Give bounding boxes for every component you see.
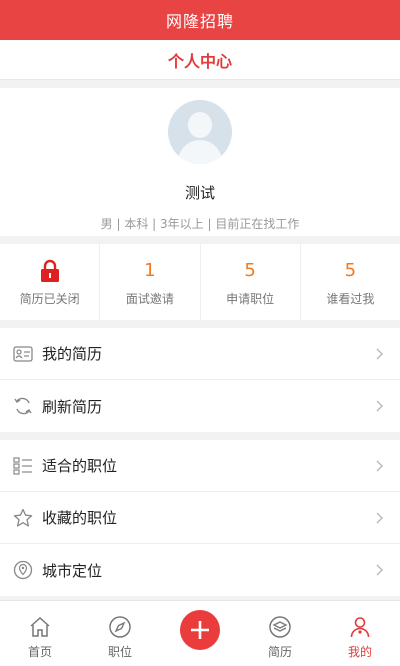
tab-label: 简历 — [267, 645, 292, 659]
profile-meta: 男 | 本科 | 3年以上 | 目前正在找工作 — [100, 217, 300, 231]
menu-group-jobs: 适合的职位 收藏的职位 城市定位 — [0, 440, 400, 596]
resume-icon — [12, 343, 34, 365]
chevron-right-icon — [374, 400, 386, 412]
profile-card: 测试 男 | 本科 | 3年以上 | 目前正在找工作 — [0, 88, 400, 236]
stat-who-viewed-me[interactable]: 5 谁看过我 — [301, 244, 400, 320]
tab-publish[interactable] — [160, 601, 240, 666]
menu-label: 刷新简历 — [42, 397, 103, 416]
menu-item-my-resume[interactable]: 我的简历 — [0, 328, 400, 380]
tab-label: 首页 — [27, 645, 52, 659]
stat-label: 面试邀请 — [125, 291, 174, 306]
menu-item-refresh-resume[interactable]: 刷新简历 — [0, 380, 400, 432]
stat-value: 5 — [344, 259, 357, 281]
home-icon — [28, 615, 52, 639]
stats-bar: 简历已关闭 1 面试邀请 5 申请职位 5 谁看过我 — [0, 244, 400, 320]
tab-label: 我的 — [347, 645, 372, 659]
menu-label: 适合的职位 — [42, 457, 118, 475]
refresh-icon — [12, 395, 34, 417]
avatar[interactable] — [168, 100, 232, 164]
star-icon — [12, 507, 34, 529]
tab-resume[interactable]: 简历 — [240, 601, 320, 666]
menu-group-resume: 我的简历 刷新简历 — [0, 328, 400, 432]
compass-icon — [108, 615, 132, 639]
tab-label: 职位 — [107, 645, 132, 659]
lock-icon — [40, 258, 60, 284]
stat-label: 简历已关闭 — [19, 291, 80, 306]
chevron-right-icon — [374, 459, 386, 472]
stat-label: 谁看过我 — [326, 291, 375, 306]
stat-value: 5 — [244, 259, 256, 281]
menu-label: 城市定位 — [42, 561, 103, 580]
menu-item-city-location[interactable]: 城市定位 — [0, 544, 400, 596]
page-title: 个人中心 — [167, 51, 232, 71]
tab-jobs[interactable]: 职位 — [80, 601, 160, 666]
menu-label: 我的简历 — [42, 345, 103, 363]
menu-label: 收藏的职位 — [42, 509, 118, 527]
stat-resume-closed[interactable]: 简历已关闭 — [0, 244, 101, 320]
plus-icon[interactable] — [180, 610, 220, 650]
location-icon — [12, 559, 34, 581]
menu-item-suitable-jobs[interactable]: 适合的职位 — [0, 440, 400, 492]
stat-label: 申请职位 — [226, 291, 275, 306]
app-title-bar: 网隆招聘 — [0, 0, 400, 40]
tab-mine[interactable]: 我的 — [320, 601, 400, 666]
stat-applied-jobs[interactable]: 5 申请职位 — [201, 244, 301, 320]
chevron-right-icon — [374, 347, 386, 360]
chevron-right-icon — [374, 564, 386, 576]
tab-home[interactable]: 首页 — [0, 601, 80, 666]
stat-interview-invites[interactable]: 1 面试邀请 — [100, 244, 201, 320]
layers-icon — [268, 615, 292, 639]
chevron-right-icon — [374, 511, 386, 524]
list-icon — [12, 455, 34, 477]
user-icon — [348, 615, 372, 639]
bottom-tab-bar: 首页 职位 简历 我的 — [0, 600, 400, 666]
menu-item-saved-jobs[interactable]: 收藏的职位 — [0, 492, 400, 544]
profile-name: 测试 — [184, 184, 215, 202]
stat-value: 1 — [144, 259, 156, 281]
page-header: 个人中心 — [0, 40, 400, 80]
app-title: 网隆招聘 — [165, 12, 234, 31]
